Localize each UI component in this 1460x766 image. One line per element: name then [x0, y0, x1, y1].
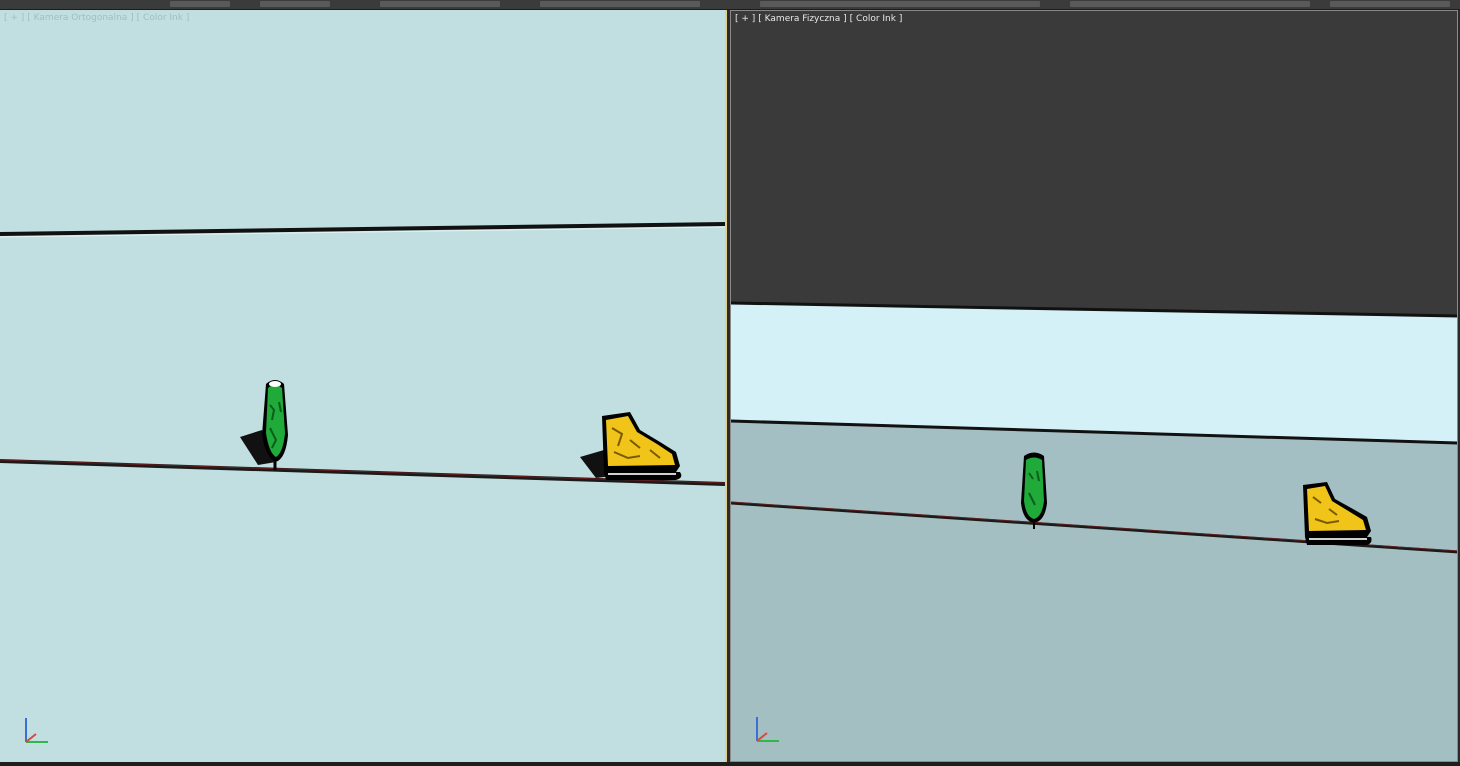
toolbar-item[interactable]: [380, 1, 500, 7]
status-strip: [0, 762, 1460, 766]
toolbar-item[interactable]: [1330, 1, 1450, 7]
viewport-right-scene: [731, 301, 1457, 761]
toolbar-item[interactable]: [170, 1, 230, 7]
viewport-menu-plus[interactable]: [ + ]: [735, 14, 755, 24]
viewport-right-label[interactable]: [ + ][ Kamera Fizyczna ] [ Color Ink ]: [735, 14, 905, 24]
toolbar-item[interactable]: [1070, 1, 1310, 7]
toolbar-item[interactable]: [540, 1, 700, 7]
axis-tripod-icon: [25, 718, 48, 743]
axis-tripod-icon: [756, 717, 779, 742]
ice-skate-object[interactable]: [602, 412, 682, 480]
viewport-left-scene: [0, 222, 725, 486]
toolbar-item[interactable]: [760, 1, 1040, 7]
top-toolbar: [0, 0, 1460, 10]
toolbar-item[interactable]: [260, 1, 330, 7]
viewport-right[interactable]: [ + ][ Kamera Fizyczna ] [ Color Ink ]: [730, 10, 1458, 762]
viewport-camera-name[interactable]: [ Kamera Ortogonalna ]: [27, 13, 133, 23]
viewport-menu-plus[interactable]: [ + ]: [4, 13, 24, 23]
viewport-camera-name[interactable]: [ Kamera Fizyczna ]: [758, 14, 846, 24]
viewport-left-label[interactable]: [ + ][ Kamera Ortogonalna ] [ Color Ink ]: [4, 13, 192, 23]
viewport-left[interactable]: [ + ][ Kamera Ortogonalna ] [ Color Ink ]: [0, 10, 727, 762]
viewport-shading-mode[interactable]: [ Color Ink ]: [137, 13, 190, 23]
viewport-shading-mode[interactable]: [ Color Ink ]: [850, 14, 903, 24]
